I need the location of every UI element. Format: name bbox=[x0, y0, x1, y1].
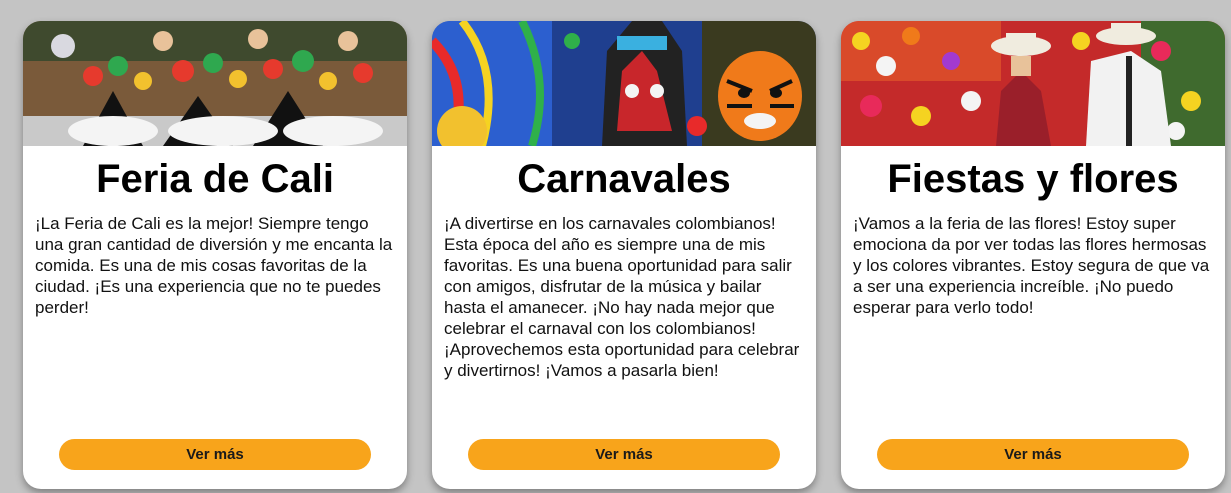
card-description: ¡A divertirse en los carnavales colombia… bbox=[444, 214, 800, 380]
card-title: Fiestas y flores bbox=[887, 157, 1179, 201]
card-description: ¡La Feria de Cali es la mejor! Siempre t… bbox=[35, 214, 393, 317]
event-card-fiestas-y-flores: Fiestas y flores ¡Vamos a la feria de la… bbox=[841, 21, 1225, 489]
event-card-carnavales: Carnavales ¡A divertirse en los carnaval… bbox=[432, 21, 816, 489]
ver-mas-button[interactable]: Ver más bbox=[877, 439, 1189, 470]
carnival-masks-photo bbox=[432, 21, 816, 146]
salsa-dancers-photo bbox=[23, 21, 407, 146]
ver-mas-button[interactable]: Ver más bbox=[468, 439, 780, 470]
card-title: Feria de Cali bbox=[96, 157, 334, 201]
card-title: Carnavales bbox=[517, 157, 731, 201]
ver-mas-button[interactable]: Ver más bbox=[59, 439, 371, 470]
event-card-feria-de-cali: Feria de Cali ¡La Feria de Cali es la me… bbox=[23, 21, 407, 489]
flower-festival-photo bbox=[841, 21, 1225, 146]
card-description: ¡Vamos a la feria de las flores! Estoy s… bbox=[853, 214, 1210, 317]
